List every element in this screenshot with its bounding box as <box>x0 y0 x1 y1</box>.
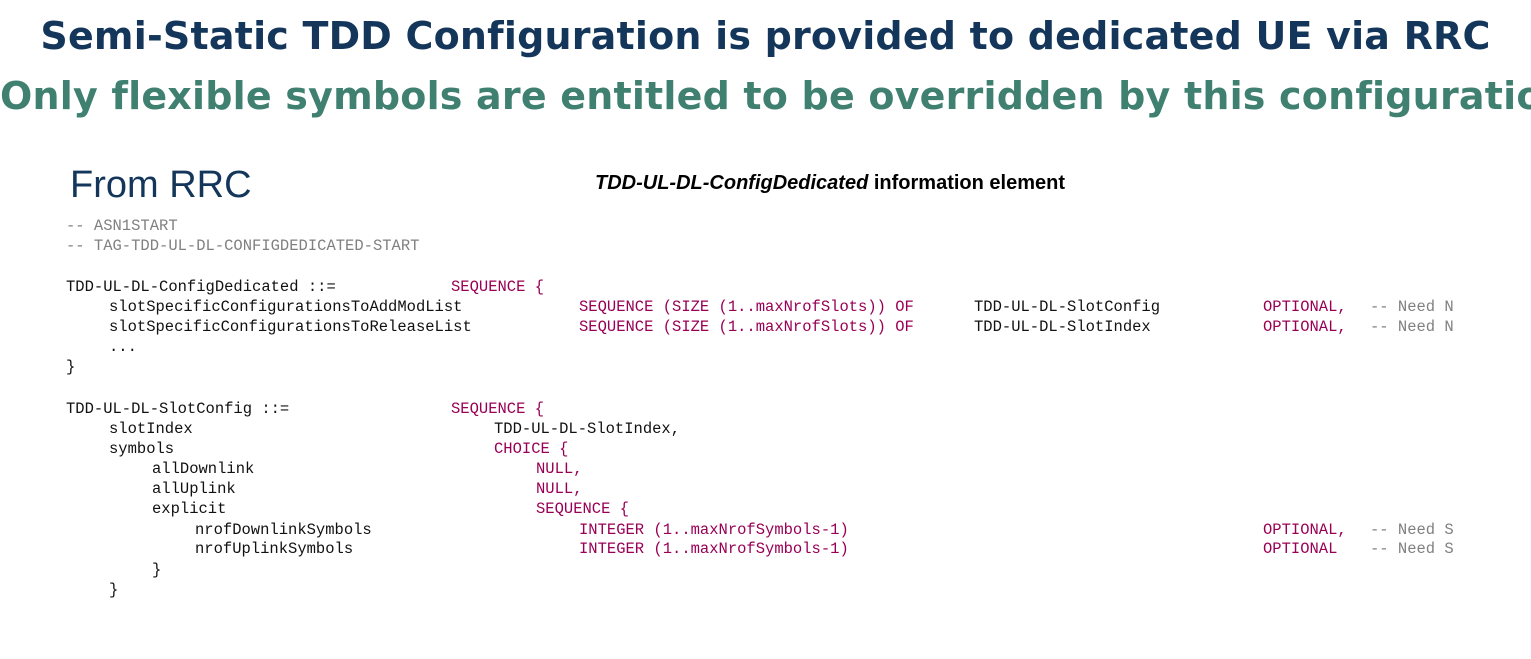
code-optional: OPTIONAL, <box>1263 521 1347 539</box>
code-line: TDD-UL-DL-SlotConfig ::= SEQUENCE { <box>66 399 1506 419</box>
information-element-title: TDD-UL-DL-ConfigDedicated information el… <box>595 172 1065 195</box>
code-keyword: SEQUENCE { <box>536 500 630 518</box>
code-brace: } <box>109 581 119 599</box>
title-line-1: Semi-Static TDD Configuration is provide… <box>40 14 1491 58</box>
code-field: nrofUplinkSymbols <box>195 540 354 558</box>
code-comment: -- Need S <box>1370 540 1454 558</box>
ie-name: TDD-UL-DL-ConfigDedicated <box>595 172 869 194</box>
code-field: slotSpecificConfigurationsToReleaseList <box>109 318 472 336</box>
code-line: slotIndex TDD-UL-DL-SlotIndex, <box>66 419 1506 439</box>
code-optional: OPTIONAL, <box>1263 298 1347 316</box>
code-keyword: SEQUENCE (SIZE (1..maxNrofSlots)) OF <box>579 318 914 336</box>
code-line: -- TAG-TDD-UL-DL-CONFIGDEDICATED-START <box>66 236 566 256</box>
code-line: allDownlink NULL, <box>66 459 1506 479</box>
code-field: slotIndex <box>109 420 193 438</box>
code-comment: -- Need N <box>1370 298 1454 316</box>
code-field: slotSpecificConfigurationsToAddModList <box>109 298 463 316</box>
code-brace: } <box>66 358 76 376</box>
code-field: nrofDownlinkSymbols <box>195 521 372 539</box>
code-field: allDownlink <box>152 460 255 478</box>
code-field: symbols <box>109 440 175 458</box>
code-type-def: TDD-UL-DL-ConfigDedicated ::= <box>66 278 336 296</box>
from-rrc-label: From RRC <box>70 164 252 206</box>
code-line: slotSpecificConfigurationsToReleaseList … <box>66 317 1506 337</box>
code-field: explicit <box>152 500 227 518</box>
code-line: explicit SEQUENCE { <box>66 499 1506 519</box>
code-type: TDD-UL-DL-SlotIndex, <box>494 420 681 438</box>
code-type: TDD-UL-DL-SlotConfig <box>974 298 1161 316</box>
code-type-def: TDD-UL-DL-SlotConfig ::= <box>66 400 290 418</box>
code-optional: OPTIONAL, <box>1263 318 1347 336</box>
code-line: } <box>66 560 566 580</box>
code-line: -- ASN1START <box>66 216 566 236</box>
title-line-2: Only flexible symbols are entitled to be… <box>0 74 1531 118</box>
code-keyword: SEQUENCE { <box>451 278 545 296</box>
code-comment: -- Need S <box>1370 521 1454 539</box>
code-line: nrofUplinkSymbols INTEGER (1..maxNrofSym… <box>66 539 1506 559</box>
code-line: allUplink NULL, <box>66 479 1506 499</box>
code-line: ... <box>66 337 566 357</box>
code-brace: } <box>152 561 162 579</box>
code-keyword: INTEGER (1..maxNrofSymbols-1) <box>579 540 849 558</box>
code-keyword: NULL, <box>536 480 583 498</box>
code-line: slotSpecificConfigurationsToAddModList S… <box>66 297 1506 317</box>
code-comment: -- Need N <box>1370 318 1454 336</box>
code-type: TDD-UL-DL-SlotIndex <box>974 318 1151 336</box>
code-ellipsis: ... <box>109 338 137 356</box>
code-field: allUplink <box>152 480 236 498</box>
code-comment: -- ASN1START <box>66 217 178 235</box>
code-keyword: CHOICE { <box>494 440 569 458</box>
code-keyword: SEQUENCE (SIZE (1..maxNrofSlots)) OF <box>579 298 914 316</box>
code-line: symbols CHOICE { <box>66 439 1506 459</box>
code-line: nrofDownlinkSymbols INTEGER (1..maxNrofS… <box>66 520 1506 540</box>
code-line: } <box>66 580 566 600</box>
code-keyword: SEQUENCE { <box>451 400 545 418</box>
code-comment: -- TAG-TDD-UL-DL-CONFIGDEDICATED-START <box>66 237 420 255</box>
code-optional: OPTIONAL <box>1263 540 1338 558</box>
code-keyword: NULL, <box>536 460 583 478</box>
code-keyword: INTEGER (1..maxNrofSymbols-1) <box>579 521 849 539</box>
ie-title-rest: information element <box>868 172 1066 194</box>
code-line: } <box>66 357 566 377</box>
code-line: TDD-UL-DL-ConfigDedicated ::= SEQUENCE { <box>66 277 1506 297</box>
